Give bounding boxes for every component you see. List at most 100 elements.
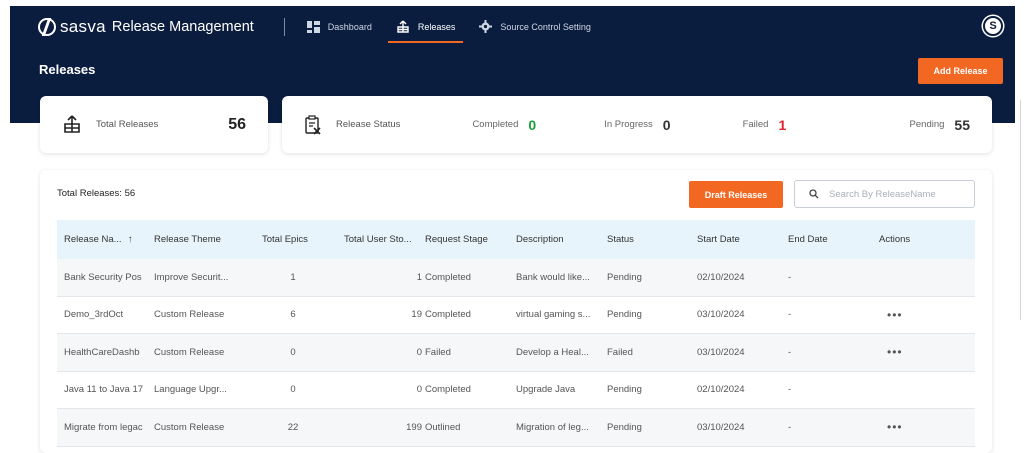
cell-release-theme: Language Upgr...	[154, 384, 227, 396]
cell-start-date: 03/10/2024	[697, 421, 745, 433]
clipboard-icon	[304, 114, 322, 135]
pending-label: Pending	[909, 119, 945, 130]
table-row[interactable]: Migrate from legac Custom Release 22 199…	[57, 409, 975, 447]
total-releases-label: Total Releases	[96, 119, 159, 130]
cell-description: Bank would like...	[516, 271, 590, 283]
releases-icon	[397, 20, 409, 33]
user-avatar[interactable]: S	[983, 16, 1003, 36]
cell-end-date: -	[788, 271, 792, 283]
cell-total-user-stories: 1	[416, 271, 422, 283]
in-progress-label: In Progress	[604, 119, 653, 130]
cell-release-name[interactable]: Java 11 to Java 17	[64, 384, 148, 395]
nav-dashboard[interactable]: Dashboard	[299, 6, 380, 47]
table-row[interactable]: Java 11 to Java 17 Language Upgr... 0 0 …	[57, 372, 975, 409]
cell-description: virtual gaming s...	[516, 309, 591, 321]
col-end-date[interactable]: End Date	[788, 234, 858, 245]
more-actions-icon[interactable]: •••	[879, 308, 939, 322]
search-box[interactable]	[794, 180, 975, 208]
cell-total-epics: 6	[290, 309, 296, 321]
table-body: Bank Security Pos Improve Securit... 1 1…	[57, 259, 975, 447]
table-row[interactable]: Demo_3rdOct Custom Release 6 19 Complete…	[57, 297, 975, 334]
cell-total-user-stories: 0	[416, 346, 422, 358]
app-title: Release Management	[111, 18, 254, 35]
releases-table: Release Na... ↑ Release Theme Total Epics…	[57, 220, 975, 447]
sort-arrow-icon[interactable]: ↑	[128, 234, 133, 245]
col-release-theme[interactable]: Release Theme	[154, 234, 234, 245]
pending-value: 55	[954, 116, 970, 133]
cell-release-theme: Custom Release	[154, 309, 225, 321]
search-icon	[809, 189, 819, 199]
nav-releases[interactable]: Releases	[387, 6, 464, 47]
cell-start-date: 02/10/2024	[697, 271, 745, 283]
releases-panel: Total Releases: 56 Draft Releases Releas…	[40, 170, 992, 453]
cell-status: Pending	[607, 271, 642, 283]
brand-name: sasva	[60, 16, 106, 36]
col-description[interactable]: Description	[516, 234, 598, 245]
cell-request-stage: Completed	[425, 271, 471, 283]
dashboard-icon	[306, 20, 320, 33]
cell-end-date: -	[788, 346, 792, 358]
nav-source-control-label: Source Control Setting	[500, 21, 591, 32]
col-release-name[interactable]: Release Na... ↑	[64, 234, 148, 245]
col-request-stage[interactable]: Request Stage	[425, 234, 507, 245]
col-status[interactable]: Status	[607, 234, 667, 245]
col-actions: Actions	[879, 234, 911, 245]
cell-start-date: 02/10/2024	[697, 384, 745, 396]
table-row[interactable]: HealthCareDashb Custom Release 0 0 Faile…	[57, 334, 975, 372]
col-total-user-stories[interactable]: Total User Sto...	[344, 234, 422, 245]
cell-release-name[interactable]: Demo_3rdOct	[64, 309, 148, 320]
more-actions-icon[interactable]: •••	[879, 345, 939, 359]
table-header: Release Na... ↑ Release Theme Total Epics…	[57, 220, 975, 259]
cell-description: Develop a Heal...	[516, 346, 589, 358]
cell-end-date: -	[788, 421, 792, 433]
total-releases-caption: Total Releases: 56	[57, 188, 136, 199]
release-status-card: Release Status Completed 0 In Progress 0…	[282, 96, 992, 153]
cell-request-stage: Completed	[425, 309, 471, 321]
cell-total-user-stories: 199	[406, 421, 422, 433]
scrollbar-track[interactable]	[1020, 100, 1025, 320]
col-total-epics[interactable]: Total Epics	[262, 234, 324, 245]
nav-dashboard-label: Dashboard	[327, 21, 372, 32]
nav-source-control[interactable]: Source Control Setting	[471, 6, 599, 47]
col-start-date[interactable]: Start Date	[697, 234, 767, 245]
completed-value: 0	[528, 116, 537, 133]
cell-release-theme: Custom Release	[154, 421, 225, 433]
total-releases-value: 56	[228, 115, 246, 133]
cell-request-stage: Outlined	[425, 421, 461, 433]
failed-value: 1	[778, 116, 787, 133]
more-actions-icon[interactable]: •••	[879, 420, 939, 434]
nav-releases-label: Releases	[417, 21, 456, 32]
gear-icon	[479, 20, 493, 33]
cell-release-theme: Improve Securit...	[154, 271, 229, 283]
cell-status: Pending	[607, 309, 642, 321]
page-title: Releases	[39, 62, 96, 77]
cell-start-date: 03/10/2024	[697, 346, 745, 358]
cell-total-epics: 22	[287, 421, 299, 433]
cell-release-name[interactable]: Bank Security Pos	[64, 272, 148, 283]
brand[interactable]: sasva Release Management	[38, 17, 254, 37]
top-nav-bar: sasva Release Management Dashboard Relea…	[10, 6, 1015, 47]
cell-total-user-stories: 0	[416, 384, 422, 396]
cell-total-epics: 0	[290, 346, 296, 358]
table-row[interactable]: Bank Security Pos Improve Securit... 1 1…	[57, 259, 975, 297]
cell-description: Upgrade Java	[516, 384, 576, 396]
cell-release-theme: Custom Release	[154, 346, 225, 358]
completed-label: Completed	[472, 119, 519, 130]
release-status-label: Release Status	[336, 119, 401, 130]
search-input[interactable]	[829, 188, 959, 200]
cell-release-name[interactable]: Migrate from legac	[64, 422, 148, 433]
cell-status: Failed	[607, 346, 633, 358]
in-progress-value: 0	[662, 116, 671, 133]
cell-end-date: -	[788, 384, 792, 396]
cell-release-name[interactable]: HealthCareDashb	[64, 347, 148, 358]
nav-divider	[283, 17, 285, 36]
failed-label: Failed	[742, 119, 769, 130]
cell-request-stage: Completed	[425, 384, 471, 396]
add-release-button[interactable]: Add Release	[918, 58, 1003, 84]
cell-request-stage: Failed	[425, 346, 451, 358]
cell-total-epics: 1	[290, 271, 296, 283]
draft-releases-button[interactable]: Draft Releases	[689, 181, 783, 208]
cell-status: Pending	[607, 384, 642, 396]
cell-start-date: 03/10/2024	[697, 309, 745, 321]
sasva-logo-icon	[38, 17, 56, 36]
